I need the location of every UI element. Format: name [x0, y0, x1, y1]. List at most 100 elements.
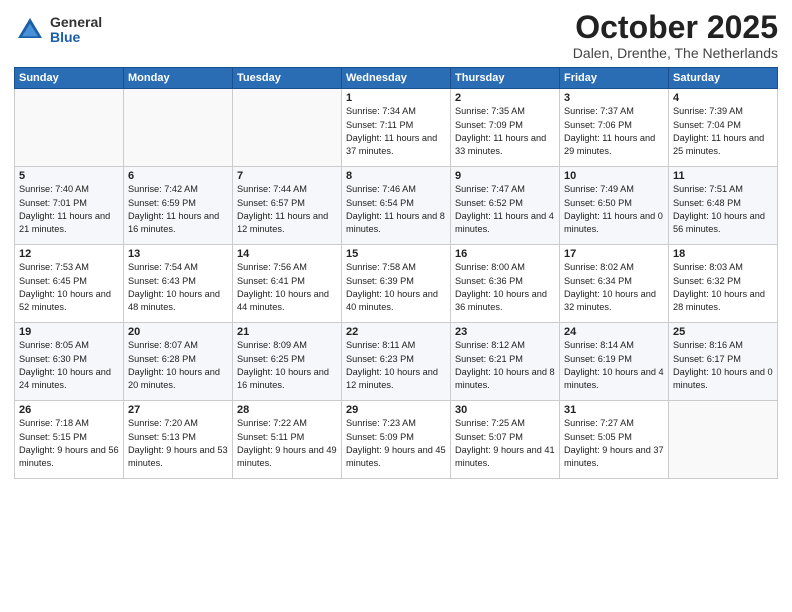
calendar-header: Sunday Monday Tuesday Wednesday Thursday… — [15, 68, 778, 89]
day-info: Sunrise: 8:09 AMSunset: 6:25 PMDaylight:… — [237, 340, 329, 390]
calendar-cell: 18Sunrise: 8:03 AMSunset: 6:32 PMDayligh… — [669, 245, 778, 323]
day-number: 6 — [128, 170, 228, 182]
page-header: General Blue October 2025 Dalen, Drenthe… — [14, 10, 778, 61]
day-number: 23 — [455, 326, 555, 338]
calendar-cell: 30 Sunrise: 7:25 AMSunset: 5:07 PMDayligh… — [451, 401, 560, 479]
calendar-table: Sunday Monday Tuesday Wednesday Thursday… — [14, 67, 778, 479]
day-number: 31 — [564, 404, 664, 416]
day-number: 13 — [128, 248, 228, 260]
calendar-cell: 11 Sunrise: 7:51 AMSunset: 6:48 PMDayligh… — [669, 167, 778, 245]
day-number: 3 — [564, 92, 664, 104]
day-info: Sunrise: 8:05 AMSunset: 6:30 PMDaylight:… — [19, 340, 111, 390]
calendar-cell: 29 Sunrise: 7:23 AMSunset: 5:09 PMDayligh… — [342, 401, 451, 479]
calendar-cell: 5 Sunrise: 7:40 AMSunset: 7:01 PMDaylight… — [15, 167, 124, 245]
day-number: 11 — [673, 170, 773, 182]
day-info: Sunrise: 7:40 AMSunset: 7:01 PMDaylight:… — [19, 184, 110, 234]
calendar-cell: 26 Sunrise: 7:18 AMSunset: 5:15 PMDayligh… — [15, 401, 124, 479]
logo-text: General Blue — [50, 15, 102, 46]
calendar-cell — [124, 89, 233, 167]
calendar-cell: 17 Sunrise: 8:02 AMSunset: 6:34 PMDayligh… — [560, 245, 669, 323]
calendar-cell: 19 Sunrise: 8:05 AMSunset: 6:30 PMDayligh… — [15, 323, 124, 401]
day-number: 29 — [346, 404, 446, 416]
day-info: Sunrise: 8:11 AMSunset: 6:23 PMDaylight:… — [346, 340, 438, 390]
day-info: Sunrise: 8:14 AMSunset: 6:19 PMDaylight:… — [564, 340, 664, 390]
day-info: Sunrise: 7:37 AMSunset: 7:06 PMDaylight:… — [564, 106, 655, 156]
calendar-cell: 10 Sunrise: 7:49 AMSunset: 6:50 PMDayligh… — [560, 167, 669, 245]
day-number: 26 — [19, 404, 119, 416]
logo-icon — [14, 14, 46, 46]
header-row: Sunday Monday Tuesday Wednesday Thursday… — [15, 68, 778, 89]
calendar-week-3: 19 Sunrise: 8:05 AMSunset: 6:30 PMDayligh… — [15, 323, 778, 401]
day-info: Sunrise: 7:42 AMSunset: 6:59 PMDaylight:… — [128, 184, 219, 234]
day-number: 27 — [128, 404, 228, 416]
day-info: Sunrise: 7:25 AMSunset: 5:07 PMDaylight:… — [455, 418, 555, 468]
logo: General Blue — [14, 14, 102, 46]
day-number: 1 — [346, 92, 446, 104]
calendar-cell: 16 Sunrise: 8:00 AMSunset: 6:36 PMDayligh… — [451, 245, 560, 323]
day-info: Sunrise: 8:00 AMSunset: 6:36 PMDaylight:… — [455, 262, 547, 312]
day-info: Sunrise: 7:18 AMSunset: 5:15 PMDaylight:… — [19, 418, 119, 468]
location-text: Dalen, Drenthe, The Netherlands — [573, 45, 778, 61]
day-number: 10 — [564, 170, 664, 182]
logo-blue-text: Blue — [50, 30, 102, 45]
calendar-week-1: 5 Sunrise: 7:40 AMSunset: 7:01 PMDaylight… — [15, 167, 778, 245]
calendar-cell: 21Sunrise: 8:09 AMSunset: 6:25 PMDayligh… — [233, 323, 342, 401]
day-info: Sunrise: 7:49 AMSunset: 6:50 PMDaylight:… — [564, 184, 663, 234]
day-number: 2 — [455, 92, 555, 104]
day-number: 28 — [237, 404, 337, 416]
calendar-cell: 14 Sunrise: 7:56 AMSunset: 6:41 PMDayligh… — [233, 245, 342, 323]
day-info: Sunrise: 8:16 AMSunset: 6:17 PMDaylight:… — [673, 340, 773, 390]
day-number: 25 — [673, 326, 773, 338]
day-info: Sunrise: 7:34 AMSunset: 7:11 PMDaylight:… — [346, 106, 437, 156]
day-info: Sunrise: 8:12 AMSunset: 6:21 PMDaylight:… — [455, 340, 555, 390]
month-title: October 2025 — [573, 10, 778, 45]
col-sunday: Sunday — [15, 68, 124, 89]
calendar-week-2: 12Sunrise: 7:53 AMSunset: 6:45 PMDayligh… — [15, 245, 778, 323]
calendar-cell: 2Sunrise: 7:35 AMSunset: 7:09 PMDaylight… — [451, 89, 560, 167]
col-friday: Friday — [560, 68, 669, 89]
calendar-cell: 4Sunrise: 7:39 AMSunset: 7:04 PMDaylight… — [669, 89, 778, 167]
day-number: 20 — [128, 326, 228, 338]
day-info: Sunrise: 7:23 AMSunset: 5:09 PMDaylight:… — [346, 418, 446, 468]
col-wednesday: Wednesday — [342, 68, 451, 89]
day-info: Sunrise: 8:07 AMSunset: 6:28 PMDaylight:… — [128, 340, 220, 390]
day-number: 14 — [237, 248, 337, 260]
col-thursday: Thursday — [451, 68, 560, 89]
calendar-cell — [15, 89, 124, 167]
day-info: Sunrise: 7:51 AMSunset: 6:48 PMDaylight:… — [673, 184, 765, 234]
calendar-cell: 6 Sunrise: 7:42 AMSunset: 6:59 PMDaylight… — [124, 167, 233, 245]
day-info: Sunrise: 7:27 AMSunset: 5:05 PMDaylight:… — [564, 418, 664, 468]
day-info: Sunrise: 7:54 AMSunset: 6:43 PMDaylight:… — [128, 262, 220, 312]
day-number: 17 — [564, 248, 664, 260]
calendar-cell: 28 Sunrise: 7:22 AMSunset: 5:11 PMDayligh… — [233, 401, 342, 479]
day-info: Sunrise: 7:22 AMSunset: 5:11 PMDaylight:… — [237, 418, 337, 468]
day-number: 7 — [237, 170, 337, 182]
calendar-cell: 25 Sunrise: 8:16 AMSunset: 6:17 PMDayligh… — [669, 323, 778, 401]
day-number: 5 — [19, 170, 119, 182]
calendar-cell: 23 Sunrise: 8:12 AMSunset: 6:21 PMDayligh… — [451, 323, 560, 401]
calendar-cell: 22 Sunrise: 8:11 AMSunset: 6:23 PMDayligh… — [342, 323, 451, 401]
day-info: Sunrise: 8:02 AMSunset: 6:34 PMDaylight:… — [564, 262, 656, 312]
day-info: Sunrise: 7:56 AMSunset: 6:41 PMDaylight:… — [237, 262, 329, 312]
calendar-cell: 27 Sunrise: 7:20 AMSunset: 5:13 PMDayligh… — [124, 401, 233, 479]
calendar-cell: 13 Sunrise: 7:54 AMSunset: 6:43 PMDayligh… — [124, 245, 233, 323]
day-number: 4 — [673, 92, 773, 104]
day-number: 30 — [455, 404, 555, 416]
day-number: 22 — [346, 326, 446, 338]
calendar-body: 1 Sunrise: 7:34 AMSunset: 7:11 PMDaylight… — [15, 89, 778, 479]
day-info: Sunrise: 7:46 AMSunset: 6:54 PMDaylight:… — [346, 184, 445, 234]
col-monday: Monday — [124, 68, 233, 89]
calendar-cell: 1 Sunrise: 7:34 AMSunset: 7:11 PMDaylight… — [342, 89, 451, 167]
day-number: 19 — [19, 326, 119, 338]
calendar-week-0: 1 Sunrise: 7:34 AMSunset: 7:11 PMDaylight… — [15, 89, 778, 167]
calendar-cell: 12Sunrise: 7:53 AMSunset: 6:45 PMDayligh… — [15, 245, 124, 323]
calendar-cell: 20 Sunrise: 8:07 AMSunset: 6:28 PMDayligh… — [124, 323, 233, 401]
day-number: 9 — [455, 170, 555, 182]
col-saturday: Saturday — [669, 68, 778, 89]
day-number: 16 — [455, 248, 555, 260]
calendar-cell: 31 Sunrise: 7:27 AMSunset: 5:05 PMDayligh… — [560, 401, 669, 479]
day-number: 24 — [564, 326, 664, 338]
day-info: Sunrise: 7:20 AMSunset: 5:13 PMDaylight:… — [128, 418, 228, 468]
calendar-week-4: 26 Sunrise: 7:18 AMSunset: 5:15 PMDayligh… — [15, 401, 778, 479]
calendar-cell: 15Sunrise: 7:58 AMSunset: 6:39 PMDayligh… — [342, 245, 451, 323]
